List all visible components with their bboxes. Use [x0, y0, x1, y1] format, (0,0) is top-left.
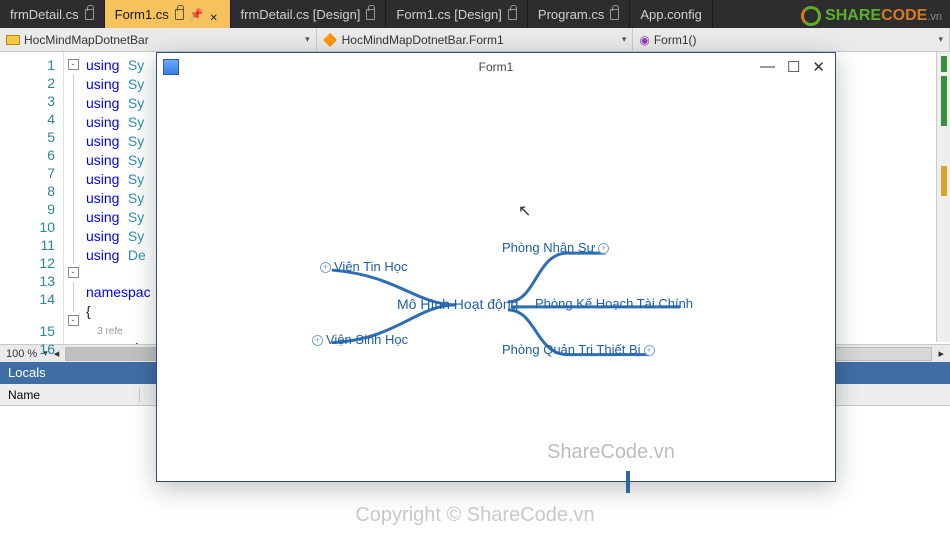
close-icon[interactable]: [210, 9, 220, 19]
form1-client-area[interactable]: +Viện Tin Học +Viện Sinh Học Mô Hình Hoạ…: [157, 81, 835, 481]
lock-icon: [175, 9, 184, 20]
mindmap-node-left-2[interactable]: +Viện Sinh Học: [309, 332, 408, 347]
app-icon: [163, 59, 179, 75]
tab-program[interactable]: Program.cs: [528, 0, 630, 28]
namespace-dropdown[interactable]: HocMindMapDotnetBar▾: [0, 28, 317, 51]
chevron-down-icon: ▾: [938, 34, 943, 45]
lock-icon: [85, 9, 94, 20]
fold-toggle[interactable]: -: [68, 315, 79, 326]
fold-toggle[interactable]: -: [68, 59, 79, 70]
form1-runtime-window: Form1 — ☐ ✕ +Viện Tin Học +Viện Sinh Học…: [156, 52, 836, 482]
expand-icon[interactable]: +: [312, 335, 323, 346]
copyright-watermark: Copyright © ShareCode.vn: [355, 504, 594, 527]
expand-icon[interactable]: +: [644, 345, 655, 356]
namespace-icon: [6, 35, 20, 45]
member-dropdown[interactable]: ◉Form1()▾: [633, 28, 950, 51]
line-number-gutter: 12345678910111213141516: [0, 52, 64, 344]
lock-icon: [366, 9, 375, 20]
mindmap-node-left-1[interactable]: +Viện Tin Học: [317, 259, 407, 274]
mindmap-node-right-1[interactable]: Phòng Nhân Sự+: [502, 240, 612, 255]
expand-icon[interactable]: +: [598, 243, 609, 254]
mindmap-canvas: [157, 81, 835, 481]
expand-icon[interactable]: +: [320, 262, 331, 273]
watermark-text: ShareCode.vn: [547, 441, 675, 464]
tab-frmdetail[interactable]: frmDetail.cs: [0, 0, 105, 28]
scroll-right-button[interactable]: ▸: [938, 347, 944, 360]
sharecode-logo: SHARECODE.vn: [801, 6, 942, 26]
fold-gutter: - - -: [64, 52, 82, 344]
class-dropdown[interactable]: 🔶HocMindMapDotnetBar.Form1▾: [317, 28, 634, 51]
minimize-button[interactable]: —: [760, 58, 775, 76]
tab-form1-design[interactable]: Form1.cs [Design]: [386, 0, 527, 28]
form1-titlebar[interactable]: Form1 — ☐ ✕: [157, 53, 835, 81]
code-nav-bar: HocMindMapDotnetBar▾ 🔶HocMindMapDotnetBa…: [0, 28, 950, 52]
mindmap-center-node[interactable]: Mô Hình Hoạt động: [397, 296, 518, 312]
lock-icon: [508, 9, 517, 20]
divider: [626, 471, 630, 493]
tab-appconfig[interactable]: App.config: [630, 0, 712, 28]
maximize-button[interactable]: ☐: [787, 58, 800, 76]
tab-form1[interactable]: Form1.cs📌: [105, 0, 231, 28]
pin-icon[interactable]: 📌: [190, 8, 204, 21]
mindmap-node-right-2[interactable]: Phòng Kế Hoạch Tài Chính: [535, 296, 693, 311]
fold-toggle[interactable]: -: [68, 267, 79, 278]
lock-icon: [610, 9, 619, 20]
locals-col-name[interactable]: Name: [0, 388, 140, 402]
mindmap-node-right-3[interactable]: Phòng Quản Trị Thiết Bị+: [502, 342, 658, 357]
editor-map-scrollbar[interactable]: [936, 52, 950, 342]
window-title: Form1: [479, 60, 514, 74]
close-button[interactable]: ✕: [812, 58, 825, 76]
logo-swirl-icon: [801, 6, 821, 26]
chevron-down-icon: ▾: [305, 34, 310, 45]
chevron-down-icon: ▾: [622, 34, 627, 45]
tab-frmdetail-design[interactable]: frmDetail.cs [Design]: [231, 0, 387, 28]
